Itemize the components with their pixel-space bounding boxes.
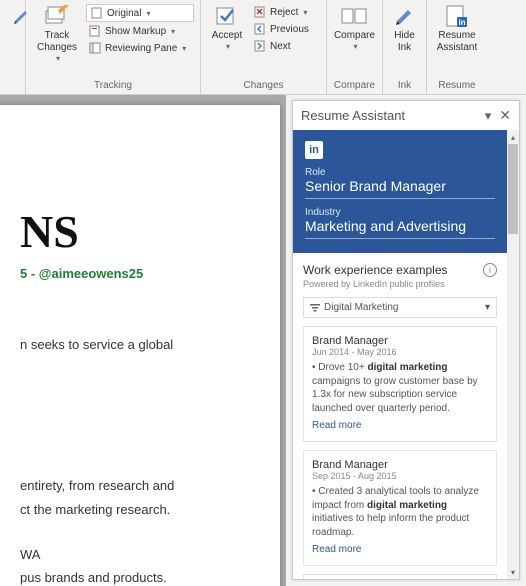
card-title: Brand Manager <box>312 459 488 471</box>
card-dates: Sep 2015 - Aug 2015 <box>312 471 488 481</box>
pane-scrollbar[interactable]: ▴ ▾ <box>507 130 519 579</box>
linkedin-role-card: in Role Senior Brand Manager Industry Ma… <box>293 130 507 253</box>
previous-icon <box>253 22 267 36</box>
pane-header: Resume Assistant ▾ ✕ <box>293 101 519 130</box>
display-for-review-dropdown[interactable]: Original <box>86 4 194 22</box>
reject-icon <box>253 5 267 19</box>
ink-group-label: Ink <box>387 79 422 92</box>
track-changes-icon <box>43 4 71 28</box>
compare-button[interactable]: Compare <box>330 2 379 54</box>
read-more-link[interactable]: Read more <box>312 420 361 431</box>
industry-value[interactable]: Marketing and Advertising <box>305 218 495 239</box>
pane-close-icon[interactable]: ✕ <box>499 107 511 124</box>
filter-dropdown[interactable]: Digital Marketing ▾ <box>303 297 497 318</box>
hide-ink-icon <box>391 4 419 28</box>
examples-title: Work experience examples <box>303 263 448 277</box>
pane-menu-icon[interactable]: ▾ <box>485 108 492 124</box>
resume-assistant-pane: Resume Assistant ▾ ✕ in Role Senior Bran… <box>292 100 520 580</box>
doc-heading: NS <box>20 205 250 258</box>
reviewing-pane-icon <box>88 41 102 55</box>
experience-card: Brand ManagerJun 2014 - May 2016 • Drove … <box>303 326 497 442</box>
hide-ink-button[interactable]: Hide Ink <box>387 2 423 56</box>
doc-icon <box>90 6 104 20</box>
experience-card: Brand ManagerDec 2015 - Jun 2017• Levera… <box>303 574 497 579</box>
ribbon: Track Changes Original Show Markup <box>0 0 526 95</box>
doc-handle-line: 5 - @aimeeowens25 <box>20 266 250 281</box>
track-changes-button[interactable]: Track Changes <box>30 2 84 66</box>
show-markup-dropdown[interactable]: Show Markup <box>86 23 194 39</box>
scroll-up-icon[interactable]: ▴ <box>507 130 519 144</box>
pane-title: Resume Assistant <box>301 108 405 123</box>
role-label: Role <box>305 167 495 178</box>
doc-paragraph-1: n seeks to service a global <box>20 336 250 354</box>
resume-assistant-button[interactable]: in Resume Assistant <box>433 2 482 56</box>
doc-paragraph-2: entirety, from research and ct the marke… <box>20 474 250 586</box>
next-change-button[interactable]: Next <box>251 38 311 54</box>
role-value[interactable]: Senior Brand Manager <box>305 178 495 199</box>
linkedin-icon: in <box>305 141 323 159</box>
tracking-group-label: Tracking <box>30 79 196 92</box>
read-more-link[interactable]: Read more <box>312 544 361 555</box>
reject-button[interactable]: Reject <box>251 4 311 20</box>
filter-icon <box>310 303 320 313</box>
markup-icon <box>88 24 102 38</box>
scrollbar-thumb[interactable] <box>508 144 518 234</box>
examples-subtitle: Powered by LinkedIn public profiles <box>293 279 507 297</box>
industry-label: Industry <box>305 207 495 218</box>
document-canvas[interactable]: NS 5 - @aimeeowens25 n seeks to service … <box>0 95 286 586</box>
card-text: • Created 3 analytical tools to analyze … <box>312 485 488 539</box>
resume-group-label: Resume <box>431 79 483 92</box>
previous-change-button[interactable]: Previous <box>251 21 311 37</box>
card-text: • Drove 10+ digital marketing campaigns … <box>312 361 488 415</box>
card-dates: Jun 2014 - May 2016 <box>312 347 488 357</box>
compare-group-label: Compare <box>331 79 378 92</box>
chevron-down-icon: ▾ <box>485 302 490 313</box>
reviewing-pane-dropdown[interactable]: Reviewing Pane <box>86 40 194 56</box>
compare-icon <box>341 4 369 28</box>
accept-button[interactable]: Accept <box>205 2 249 54</box>
scroll-down-icon[interactable]: ▾ <box>507 565 519 579</box>
accept-icon <box>213 4 241 28</box>
changes-group-label: Changes <box>205 79 322 92</box>
resume-assistant-icon: in <box>443 4 471 28</box>
document-page: NS 5 - @aimeeowens25 n seeks to service … <box>0 105 280 586</box>
info-icon[interactable]: i <box>483 263 497 277</box>
svg-text:in: in <box>458 18 465 27</box>
next-icon <box>253 39 267 53</box>
card-title: Brand Manager <box>312 335 488 347</box>
experience-card: Brand ManagerSep 2015 - Aug 2015 • Create… <box>303 450 497 566</box>
